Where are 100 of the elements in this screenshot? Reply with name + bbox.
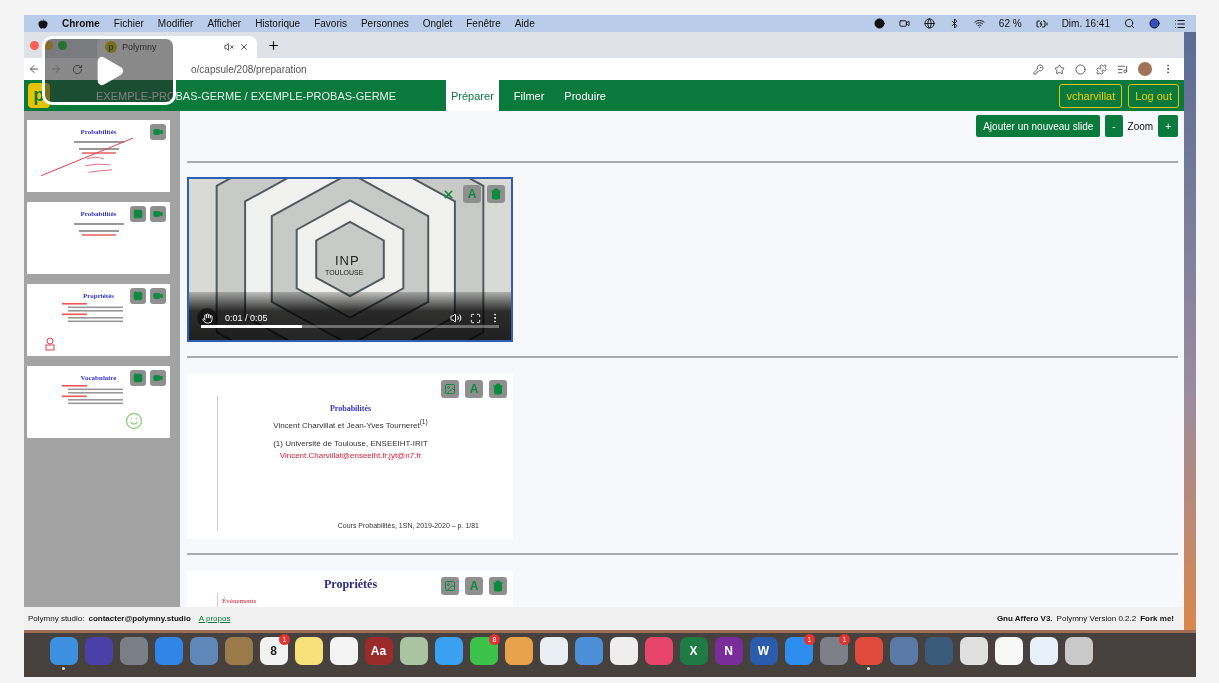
menu-list-icon[interactable] <box>1174 17 1186 30</box>
delete-button[interactable] <box>489 577 507 595</box>
image-button[interactable] <box>441 380 459 398</box>
zoom-label: Zoom <box>1127 120 1154 132</box>
menu-item[interactable]: Fenêtre <box>466 18 501 29</box>
contact-link[interactable]: contacter@polymny.studio <box>88 614 191 623</box>
video-camera-icon <box>153 127 163 137</box>
menu-item[interactable]: Personnes <box>360 18 409 29</box>
video-camera-button[interactable] <box>150 370 166 386</box>
app-icon[interactable] <box>504 637 533 665</box>
apple-icon[interactable] <box>38 18 48 29</box>
film-button[interactable] <box>130 288 146 304</box>
app-icon[interactable] <box>539 637 568 665</box>
menu-item[interactable]: Onglet <box>422 18 453 29</box>
app-icon[interactable] <box>1064 637 1093 665</box>
app-icon[interactable]: Aa <box>364 637 393 665</box>
smiley-icon <box>125 412 143 430</box>
app-icon[interactable]: N <box>714 637 743 665</box>
menu-item[interactable]: Favoris <box>314 18 347 29</box>
app-icon[interactable] <box>1029 637 1058 665</box>
app-icon[interactable] <box>399 637 428 665</box>
slide-title: Probabilités <box>329 404 372 413</box>
volume-icon[interactable] <box>450 312 462 324</box>
app-icon[interactable] <box>959 637 988 665</box>
key-icon[interactable] <box>1033 63 1044 75</box>
app-icon[interactable] <box>329 637 358 665</box>
status-site: Polymny studio: <box>28 614 85 623</box>
slide-title: Propriétés <box>323 577 378 592</box>
battery-percent: 62 % <box>998 18 1022 29</box>
globe-icon[interactable] <box>923 18 935 29</box>
license-text: Gnu Affero V3. <box>996 614 1053 623</box>
extension-icon[interactable] <box>1075 63 1086 75</box>
close-window-button[interactable] <box>30 40 39 50</box>
image-button[interactable] <box>441 577 459 595</box>
slide-authors: Vincent Charvillat et Jean-Yves Tourneret$^{(1)}$ <box>273 418 428 430</box>
video-camera-button[interactable] <box>150 206 166 222</box>
url-field[interactable]: o/capsule/208/preparation <box>191 63 1023 75</box>
slide-affiliation: (1) Université de Toulouse, ENSEEIHT-IRIT <box>273 438 428 448</box>
video-progress-bar[interactable] <box>201 325 499 328</box>
back-icon[interactable] <box>28 63 40 75</box>
fullscreen-icon[interactable] <box>470 312 481 324</box>
menu-app-name[interactable]: Chrome <box>62 18 100 29</box>
mute-icon[interactable] <box>224 42 234 52</box>
menu-item[interactable]: Fichier <box>113 18 144 29</box>
puzzle-icon[interactable] <box>1096 63 1107 75</box>
video-camera-icon <box>153 373 163 383</box>
menu-item[interactable]: Aide <box>514 18 535 29</box>
delete-button[interactable] <box>489 380 507 398</box>
zoom-out-button[interactable]: - <box>1105 115 1123 137</box>
new-tab-icon[interactable] <box>267 38 280 52</box>
nav-tab[interactable]: Produire <box>559 80 611 111</box>
battery-icon[interactable] <box>1035 17 1048 30</box>
film-button[interactable] <box>130 206 146 222</box>
app-icon[interactable]: W <box>749 637 778 665</box>
close-tab-icon[interactable] <box>239 42 249 52</box>
image-icon <box>444 580 456 592</box>
add-slide-button[interactable]: Ajouter un nouveau slide <box>976 115 1101 137</box>
about-link[interactable]: A propos <box>198 614 231 623</box>
video-camera-icon <box>153 291 163 301</box>
search-icon[interactable] <box>1124 18 1135 29</box>
menu-item[interactable]: Historique <box>255 18 301 29</box>
app-icon[interactable] <box>609 637 638 665</box>
minimize-window-button[interactable] <box>44 40 53 50</box>
close-icon <box>441 187 455 201</box>
user-button[interactable]: vcharvillat <box>1059 83 1123 108</box>
nav-tab[interactable]: Préparer <box>446 80 499 111</box>
app-icon[interactable] <box>469 637 498 665</box>
video-camera-icon <box>153 209 163 219</box>
figure-drawing <box>45 337 55 351</box>
nav-tab[interactable]: Filmer <box>508 80 550 111</box>
video-time: 0:01 / 0:05 <box>225 313 269 323</box>
camera-icon[interactable] <box>898 18 910 29</box>
app-icon[interactable] <box>294 637 323 665</box>
video-camera-button[interactable] <box>150 288 166 304</box>
trash-icon <box>492 383 504 395</box>
wifi-icon[interactable] <box>973 18 985 29</box>
video-camera-button[interactable] <box>150 124 166 140</box>
fork-link[interactable]: Fork me! <box>1140 614 1174 623</box>
reload-icon[interactable] <box>72 63 83 75</box>
menu-clock: Dim. 16:41 <box>1061 18 1110 29</box>
slide-email: Vincent.Charvillat@enseeiht.fr,jyt@n7.fr <box>279 450 422 460</box>
version-text: Polymny Version 0.2.2 <box>1056 614 1137 623</box>
profile-avatar[interactable] <box>1138 62 1152 76</box>
bookmark-star-icon[interactable] <box>1054 63 1065 75</box>
media-list-icon[interactable] <box>1117 63 1128 75</box>
logo-text: INP <box>335 253 360 268</box>
film-button[interactable] <box>130 370 146 386</box>
menu-item[interactable]: Modifier <box>157 18 194 29</box>
favicon: p <box>105 41 117 53</box>
menu-item[interactable]: Afficher <box>207 18 242 29</box>
hand-icon <box>201 312 213 324</box>
app-icon[interactable]: X <box>679 637 708 665</box>
record-icon[interactable] <box>873 18 885 29</box>
trash-icon <box>490 188 502 200</box>
app-icon[interactable] <box>994 637 1023 665</box>
siri-icon[interactable] <box>1149 18 1160 29</box>
trash-icon <box>492 580 504 592</box>
image-icon <box>444 383 456 395</box>
logout-button[interactable]: Log out <box>1128 83 1179 108</box>
zoom-in-button[interactable]: + <box>1158 115 1178 137</box>
